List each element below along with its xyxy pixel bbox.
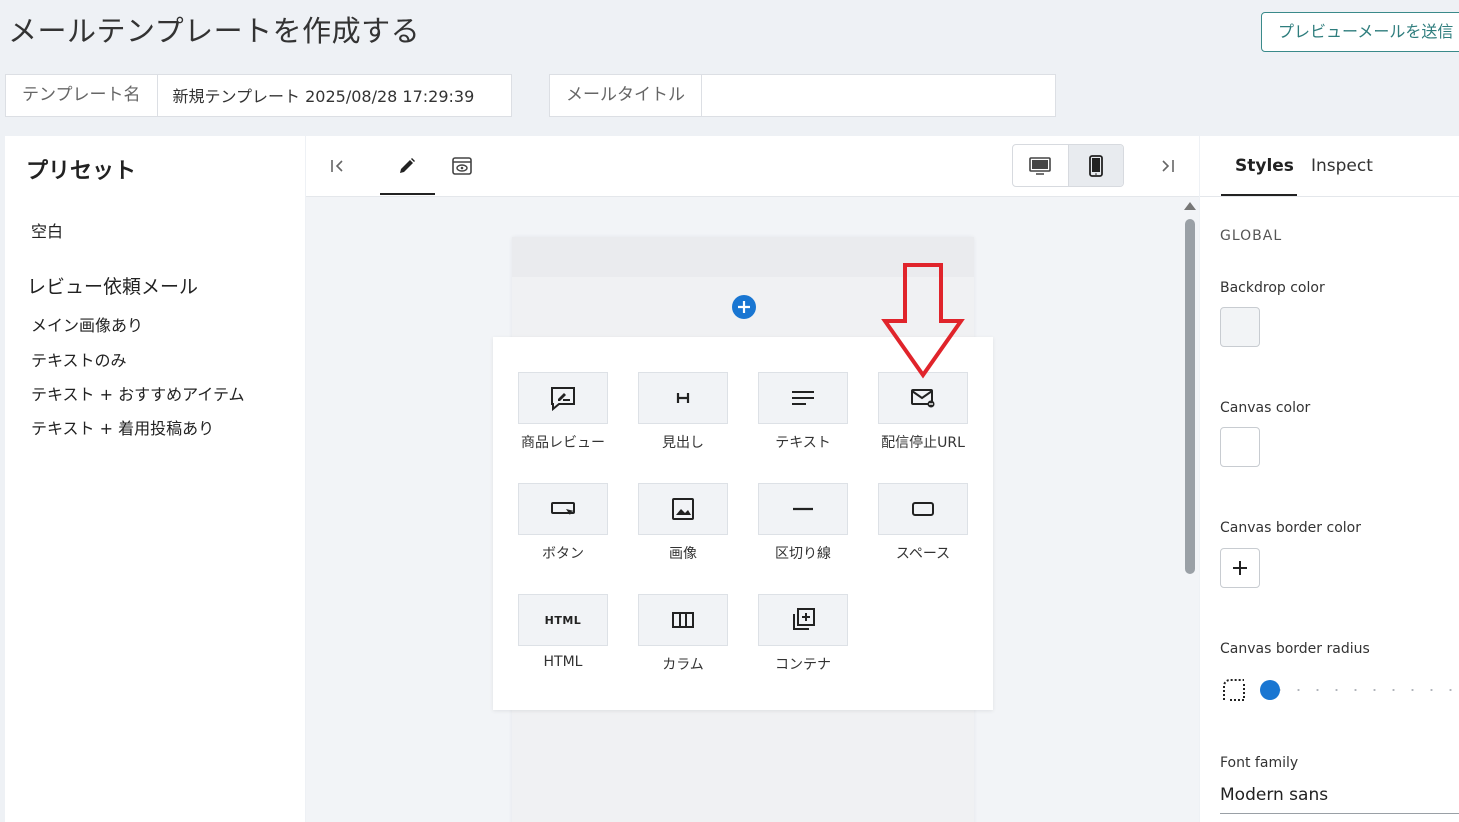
editor-toolbar bbox=[306, 136, 1199, 197]
preset-heading: プリセット bbox=[26, 159, 137, 184]
canvas-border-radius-label: Canvas border radius bbox=[1220, 641, 1370, 657]
add-block-button[interactable] bbox=[732, 295, 756, 319]
section-global: GLOBAL bbox=[1220, 228, 1283, 244]
button-icon bbox=[518, 483, 608, 535]
block-spacer[interactable]: スペース bbox=[878, 483, 968, 563]
backdrop-color-swatch[interactable] bbox=[1220, 307, 1260, 347]
collapse-right-icon[interactable] bbox=[1153, 152, 1181, 180]
mobile-icon bbox=[1088, 154, 1103, 177]
block-image[interactable]: 画像 bbox=[638, 483, 728, 563]
canvas-area: 商品レビュー 見出し テキスト 配信停止URL ボタン 画像 区切り線 スペース… bbox=[306, 197, 1199, 822]
block-html[interactable]: HTML HTML bbox=[518, 594, 608, 670]
block-columns[interactable]: カラム bbox=[638, 594, 728, 674]
divider-icon bbox=[758, 483, 848, 535]
block-label: 配信停止URL bbox=[881, 435, 965, 451]
tab-styles[interactable]: Styles bbox=[1235, 156, 1294, 176]
edit-tab-underline bbox=[380, 193, 435, 195]
block-label: コンテナ bbox=[775, 657, 831, 673]
block-heading[interactable]: 見出し bbox=[638, 372, 728, 452]
block-label: ボタン bbox=[542, 546, 584, 562]
block-divider[interactable]: 区切り線 bbox=[758, 483, 848, 563]
preset-item[interactable]: テキスト + おすすめアイテム bbox=[31, 381, 245, 405]
collapse-left-icon[interactable] bbox=[324, 152, 352, 180]
desktop-view-button[interactable] bbox=[1013, 145, 1068, 186]
review-icon bbox=[518, 372, 608, 424]
block-label: 商品レビュー bbox=[521, 435, 605, 451]
mail-title-input[interactable] bbox=[702, 75, 1055, 116]
block-review[interactable]: 商品レビュー bbox=[518, 372, 608, 452]
block-label: テキスト bbox=[775, 435, 831, 451]
heading-icon bbox=[638, 372, 728, 424]
backdrop-color-label: Backdrop color bbox=[1220, 280, 1325, 296]
html-icon: HTML bbox=[518, 594, 608, 646]
block-container[interactable]: コンテナ bbox=[758, 594, 848, 674]
scrollbar-thumb[interactable] bbox=[1185, 219, 1195, 574]
block-label: 見出し bbox=[662, 435, 704, 451]
block-unsubscribe[interactable]: 配信停止URL bbox=[878, 372, 968, 452]
preview-eye-icon[interactable] bbox=[448, 152, 476, 180]
border-radius-slider-thumb[interactable] bbox=[1260, 680, 1280, 700]
font-family-label: Font family bbox=[1220, 755, 1299, 771]
block-label: カラム bbox=[662, 657, 704, 673]
html-icon-text: HTML bbox=[544, 613, 582, 627]
plus-icon bbox=[738, 301, 750, 313]
scroll-up-arrow-icon[interactable] bbox=[1184, 202, 1196, 210]
block-label: スペース bbox=[895, 546, 951, 562]
page-title: メールテンプレートを作成する bbox=[8, 14, 421, 48]
inspector-panel: Styles Inspect GLOBAL Backdrop color Can… bbox=[1200, 136, 1459, 822]
preset-item[interactable]: メイン画像あり bbox=[31, 312, 143, 336]
edit-pencil-icon[interactable] bbox=[393, 152, 421, 180]
mail-title-label: メールタイトル bbox=[550, 75, 702, 116]
border-radius-icon bbox=[1222, 678, 1246, 706]
canvas-color-label: Canvas color bbox=[1220, 400, 1311, 416]
preset-item[interactable]: テキストのみ bbox=[31, 347, 127, 371]
font-family-select[interactable]: Modern sans bbox=[1220, 785, 1459, 814]
inspector-tabs: Styles Inspect bbox=[1200, 136, 1459, 197]
block-button[interactable]: ボタン bbox=[518, 483, 608, 563]
canvas-color-swatch[interactable] bbox=[1220, 427, 1260, 467]
text-icon bbox=[758, 372, 848, 424]
template-name-input[interactable]: 新規テンプレート 2025/08/28 17:29:39 bbox=[158, 75, 512, 116]
block-label: 画像 bbox=[669, 546, 697, 562]
image-icon bbox=[638, 483, 728, 535]
block-picker-popup: 商品レビュー 見出し テキスト 配信停止URL ボタン 画像 区切り線 スペース… bbox=[493, 337, 993, 710]
block-label: 区切り線 bbox=[775, 546, 831, 562]
desktop-icon bbox=[1029, 156, 1052, 175]
preset-panel: プリセット 空白 レビュー依頼メール メイン画像あり テキストのみ テキスト +… bbox=[5, 136, 305, 822]
columns-icon bbox=[638, 594, 728, 646]
spacer-icon bbox=[878, 483, 968, 535]
canvas-border-color-add-button[interactable] bbox=[1220, 548, 1260, 588]
preset-item-blank[interactable]: 空白 bbox=[31, 218, 63, 242]
template-name-label: テンプレート名 bbox=[6, 75, 158, 116]
border-radius-slider-track[interactable] bbox=[1270, 689, 1459, 691]
send-preview-button[interactable]: プレビューメールを送信 bbox=[1261, 12, 1459, 52]
tab-inspect[interactable]: Inspect bbox=[1311, 156, 1373, 176]
mobile-view-button[interactable] bbox=[1067, 145, 1123, 186]
preset-group-title: レビュー依頼メール bbox=[27, 276, 199, 298]
active-tab-underline bbox=[1221, 194, 1297, 196]
block-text[interactable]: テキスト bbox=[758, 372, 848, 452]
block-label: HTML bbox=[543, 654, 583, 670]
plus-icon bbox=[1233, 561, 1247, 575]
annotation-down-arrow-icon bbox=[881, 263, 965, 383]
canvas-border-color-label: Canvas border color bbox=[1220, 520, 1361, 536]
template-name-field: テンプレート名 新規テンプレート 2025/08/28 17:29:39 bbox=[5, 74, 512, 117]
device-toggle bbox=[1012, 144, 1124, 187]
preset-item[interactable]: テキスト + 着用投稿あり bbox=[31, 415, 214, 439]
container-icon bbox=[758, 594, 848, 646]
mail-title-field: メールタイトル bbox=[549, 74, 1056, 117]
